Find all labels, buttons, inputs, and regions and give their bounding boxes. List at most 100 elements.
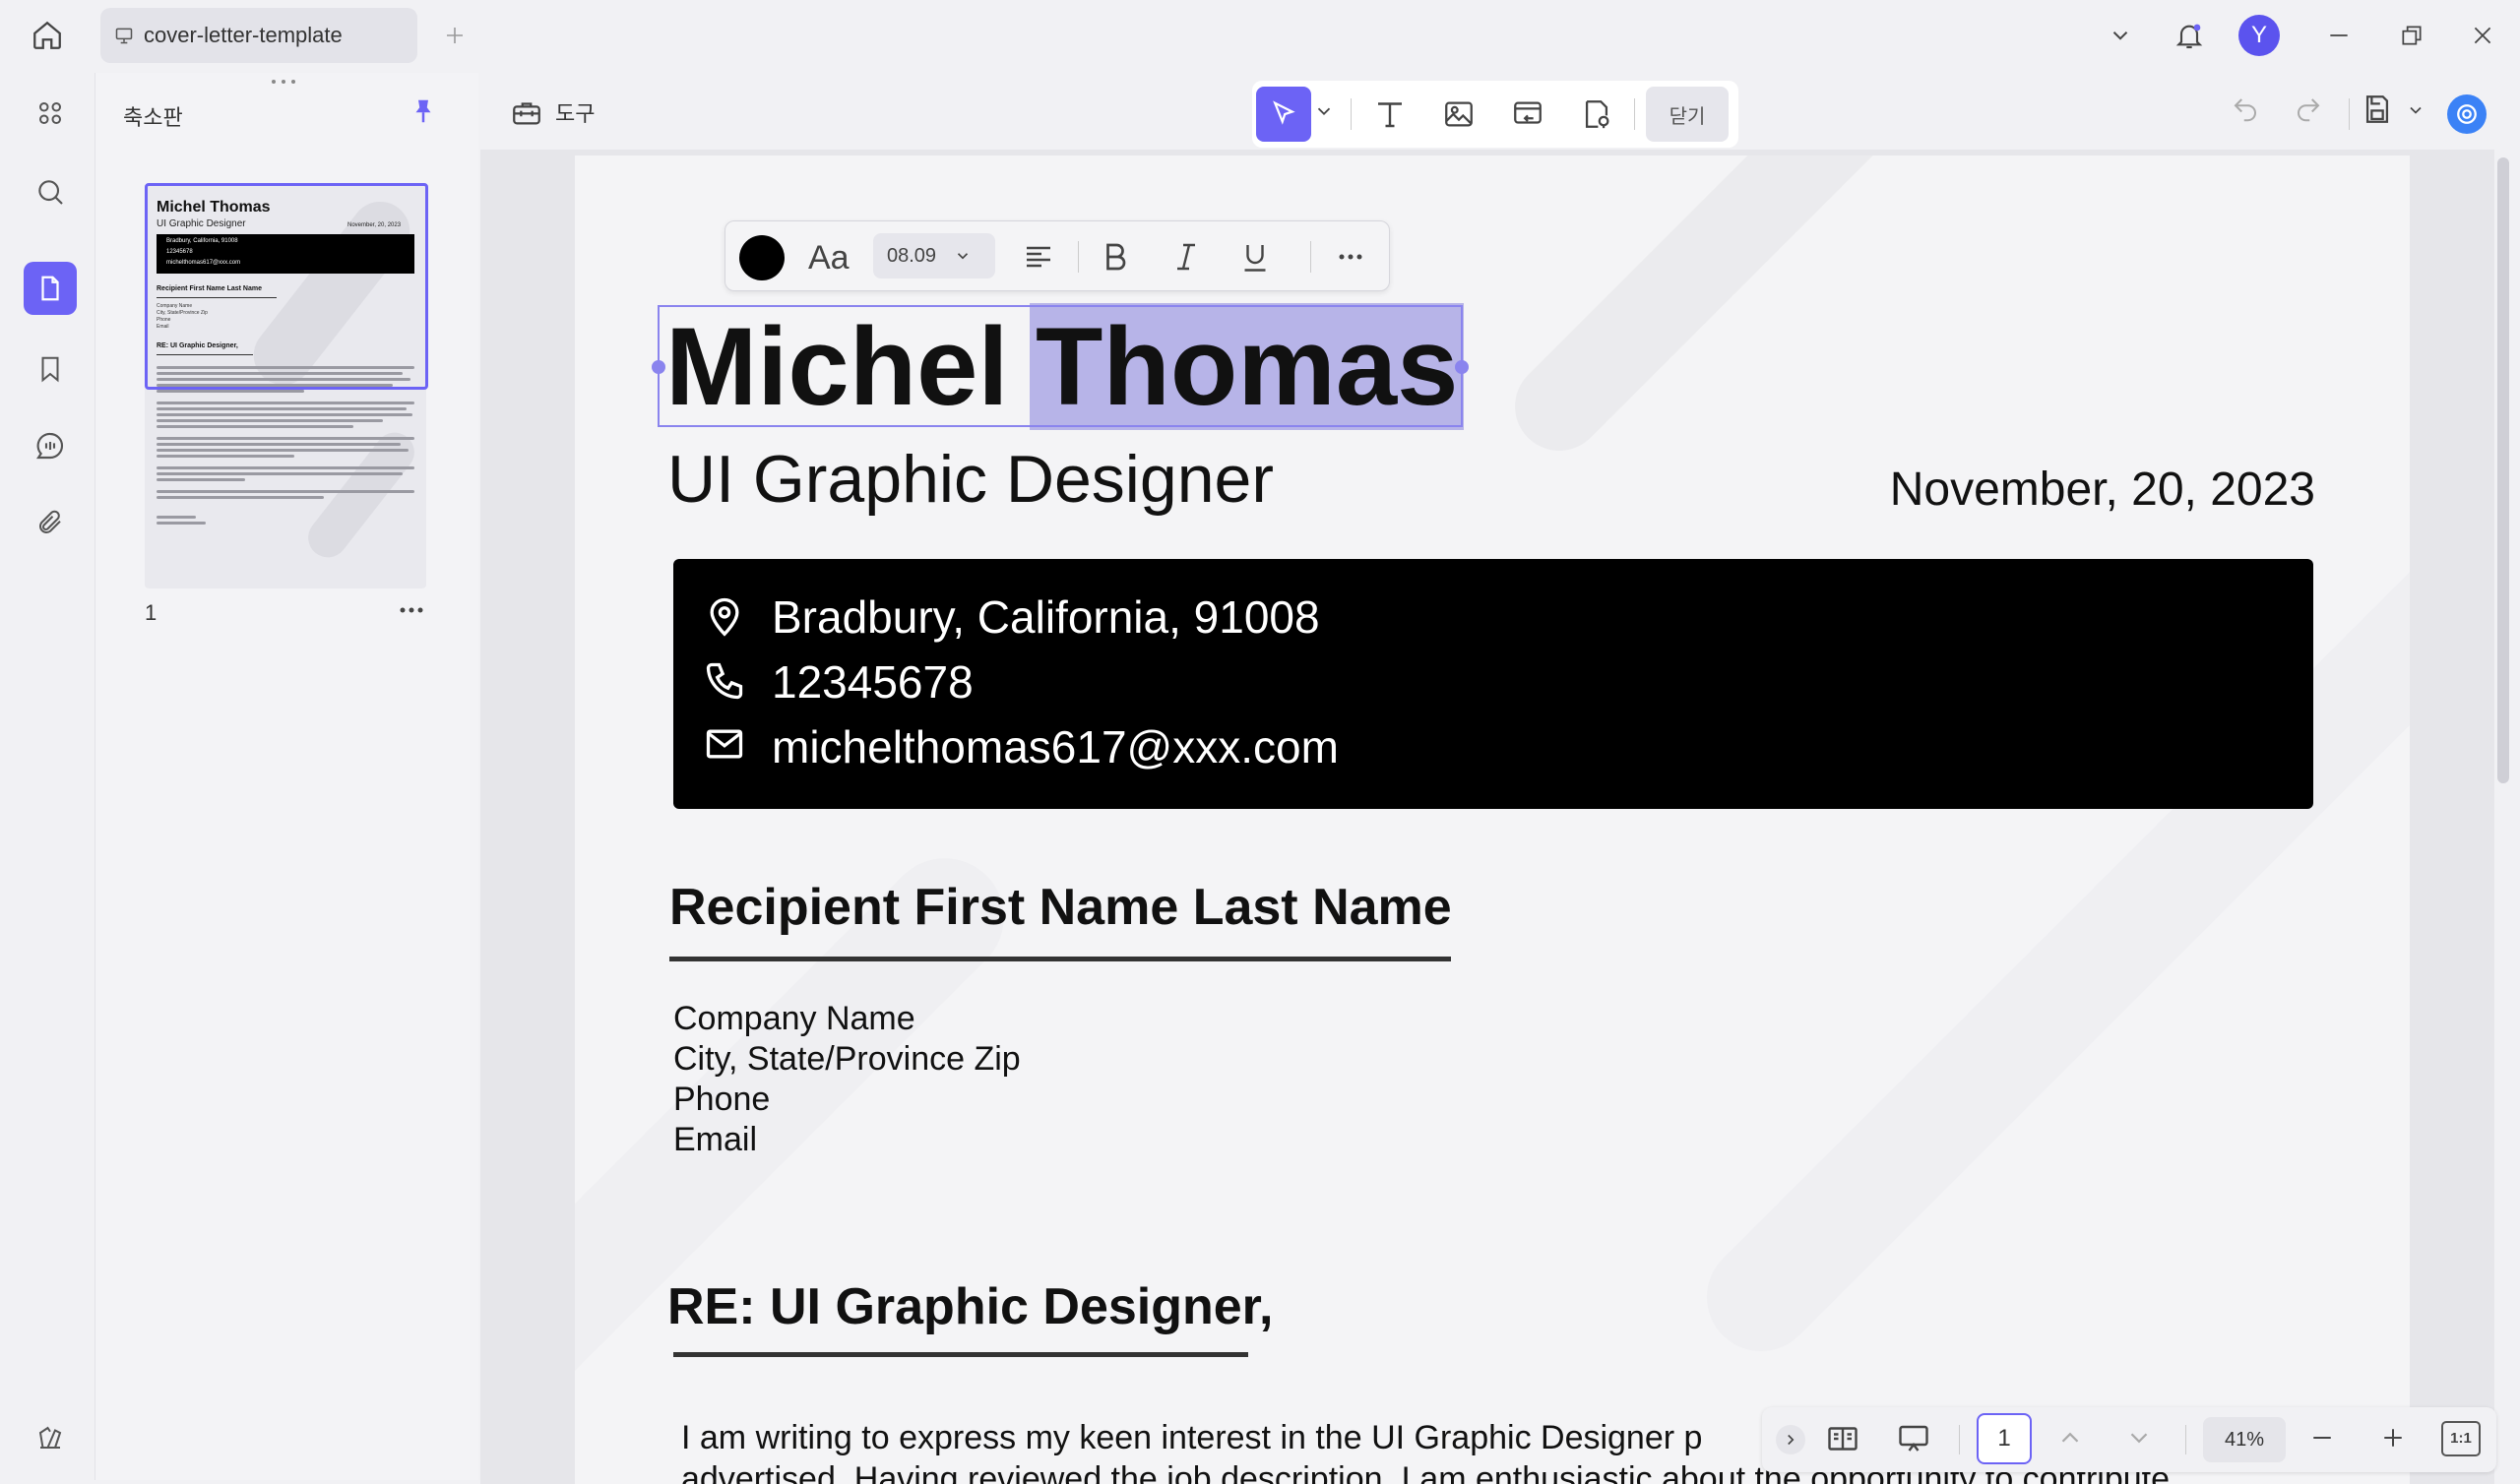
contact-phone[interactable]: 12345678 bbox=[772, 655, 974, 709]
recipient-line[interactable]: City, State/Province Zip bbox=[673, 1040, 1021, 1079]
selection-handle-right[interactable] bbox=[1455, 360, 1469, 374]
toolbox-icon bbox=[510, 95, 543, 129]
location-icon bbox=[703, 594, 746, 638]
recipient-line[interactable]: Email bbox=[673, 1121, 757, 1159]
edit-toolbar: 닫기 bbox=[1252, 81, 1738, 148]
home-icon[interactable] bbox=[26, 14, 69, 57]
thumb-text-line bbox=[157, 419, 383, 422]
undo-icon[interactable] bbox=[2231, 94, 2270, 134]
thumb-text-line bbox=[157, 490, 414, 493]
comment-icon[interactable] bbox=[24, 419, 77, 472]
text-color-swatch[interactable] bbox=[739, 235, 785, 280]
grid-icon[interactable] bbox=[24, 87, 77, 140]
font-family-button[interactable]: Aa bbox=[808, 239, 850, 278]
left-rail bbox=[8, 73, 93, 1480]
toolbar-divider bbox=[1310, 241, 1311, 273]
image-tool-icon[interactable] bbox=[1437, 93, 1480, 136]
job-title[interactable]: UI Graphic Designer bbox=[667, 441, 1274, 518]
thumb-stripe bbox=[300, 424, 422, 566]
thumb-more-icon[interactable] bbox=[397, 600, 430, 622]
email-icon bbox=[703, 722, 746, 766]
search-icon[interactable] bbox=[24, 165, 77, 218]
underline-icon[interactable] bbox=[1237, 239, 1273, 275]
chevron-down-icon bbox=[954, 247, 972, 265]
re-divider bbox=[673, 1352, 1248, 1357]
zoom-out-icon[interactable] bbox=[2307, 1423, 2337, 1453]
toolbar-divider bbox=[2349, 98, 2350, 130]
thumb-text-line bbox=[157, 478, 245, 481]
italic-icon[interactable] bbox=[1168, 239, 1204, 275]
contact-email[interactable]: michelthomas617@xxx.com bbox=[772, 720, 1339, 773]
bold-icon[interactable] bbox=[1098, 239, 1133, 275]
thumb-text-line bbox=[157, 472, 403, 475]
drag-handle[interactable] bbox=[269, 79, 298, 85]
ai-assistant-icon[interactable] bbox=[2447, 94, 2487, 134]
thumbnail-panel: 축소판 Michel Thomas UI Graphic Designer No… bbox=[94, 73, 478, 1480]
thumb-text-line bbox=[157, 390, 304, 393]
align-left-icon[interactable] bbox=[1021, 239, 1056, 275]
more-options-icon[interactable] bbox=[1336, 247, 1365, 267]
collapse-bar-icon[interactable] bbox=[1776, 1425, 1805, 1454]
chevron-down-icon[interactable] bbox=[2101, 16, 2140, 55]
two-page-view-icon[interactable] bbox=[1825, 1421, 1860, 1456]
recipient-line[interactable]: Phone bbox=[673, 1081, 770, 1119]
re-heading[interactable]: RE: UI Graphic Designer, bbox=[667, 1277, 1274, 1336]
tools-button[interactable]: 도구 bbox=[492, 77, 614, 148]
document-tab[interactable]: cover-letter-template bbox=[100, 8, 417, 63]
recipient-line[interactable]: Company Name bbox=[673, 1000, 915, 1038]
presentation-mode-icon[interactable] bbox=[1896, 1421, 1931, 1456]
notification-bell-icon[interactable] bbox=[2168, 14, 2211, 57]
restore-window-icon[interactable] bbox=[2392, 16, 2431, 55]
close-edit-button[interactable]: 닫기 bbox=[1646, 87, 1729, 142]
zoom-level[interactable]: 41% bbox=[2203, 1417, 2286, 1462]
thumb-text-line bbox=[157, 455, 294, 458]
letter-date[interactable]: November, 20, 2023 bbox=[1890, 463, 2315, 517]
link-tool-icon[interactable] bbox=[1506, 93, 1549, 136]
selection-handle-left[interactable] bbox=[652, 360, 665, 374]
save-dropdown-icon[interactable] bbox=[2406, 100, 2427, 126]
thumb-page-number: 1 bbox=[145, 600, 158, 625]
new-tab-button[interactable] bbox=[437, 18, 472, 53]
select-tool-button[interactable] bbox=[1256, 87, 1311, 142]
save-icon[interactable] bbox=[2361, 93, 2404, 136]
actual-size-button[interactable]: 1:1 bbox=[2441, 1421, 2481, 1456]
pin-icon[interactable] bbox=[409, 96, 442, 130]
history-toolbar bbox=[2215, 81, 2494, 148]
pages-icon[interactable] bbox=[24, 262, 77, 315]
toolbar-divider bbox=[1959, 1425, 1960, 1454]
font-size-select[interactable]: 08.09 bbox=[873, 233, 995, 278]
toolbar-divider bbox=[1078, 241, 1079, 273]
attachment-icon[interactable] bbox=[24, 496, 77, 549]
toolbar-divider bbox=[1351, 98, 1352, 130]
layers-icon[interactable] bbox=[24, 1411, 77, 1464]
avatar[interactable]: Y bbox=[2238, 15, 2280, 56]
thumb-text-line bbox=[157, 437, 414, 440]
minimize-icon[interactable] bbox=[2319, 16, 2359, 55]
scrollbar-thumb[interactable] bbox=[2497, 157, 2509, 783]
thumb-text-line bbox=[157, 425, 353, 428]
text-selection-box bbox=[658, 305, 1463, 427]
zoom-in-icon[interactable] bbox=[2378, 1423, 2408, 1453]
contact-box: Bradbury, California, 91008 12345678 mic… bbox=[673, 559, 2313, 809]
background-stripe bbox=[1496, 155, 1908, 469]
select-tool-dropdown[interactable] bbox=[1313, 100, 1337, 128]
recipient-heading[interactable]: Recipient First Name Last Name bbox=[669, 878, 1452, 937]
thumb-text-line bbox=[157, 496, 324, 499]
redo-icon[interactable] bbox=[2294, 94, 2333, 134]
page-number-input[interactable]: 1 bbox=[1977, 1413, 2032, 1464]
text-tool-icon[interactable] bbox=[1368, 93, 1412, 136]
bookmark-icon[interactable] bbox=[24, 342, 77, 396]
thumb-text-line bbox=[157, 407, 407, 410]
phone-icon bbox=[703, 659, 746, 703]
document-viewport[interactable]: Michel Thomas UI Graphic Designer Novemb… bbox=[480, 150, 2496, 1484]
previous-page-icon[interactable] bbox=[2055, 1423, 2085, 1453]
next-page-icon[interactable] bbox=[2124, 1423, 2154, 1453]
close-window-icon[interactable] bbox=[2463, 16, 2502, 55]
watermark-tool-icon[interactable] bbox=[1575, 93, 1618, 136]
contact-address[interactable]: Bradbury, California, 91008 bbox=[772, 590, 1320, 644]
thumb-text-line bbox=[157, 449, 409, 452]
tab-title: cover-letter-template bbox=[144, 23, 343, 47]
thumb-text-line bbox=[157, 413, 412, 416]
body-line[interactable]: I am writing to express my keen interest… bbox=[681, 1419, 1702, 1457]
page-navigation-bar: 1 41% 1:1 bbox=[1762, 1407, 2496, 1472]
